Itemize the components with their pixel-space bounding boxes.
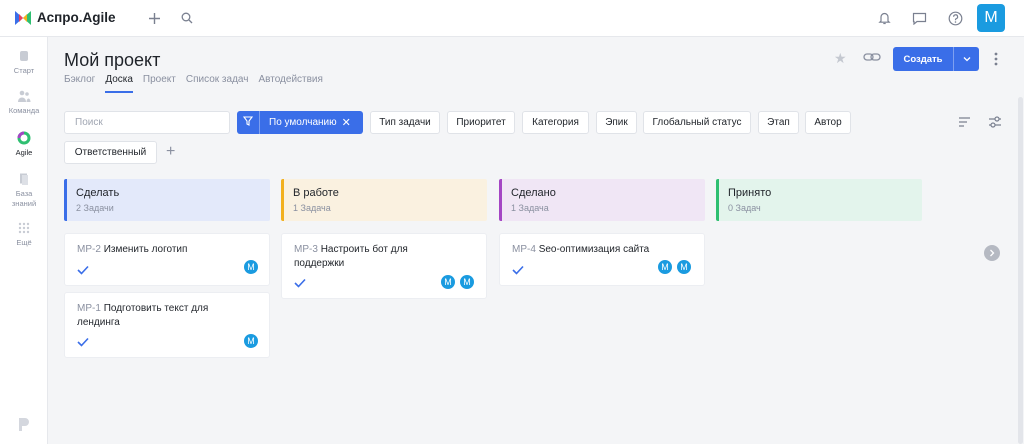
- link-icon[interactable]: [863, 50, 881, 64]
- check-icon: [77, 265, 89, 275]
- star-icon[interactable]: ★: [834, 50, 847, 67]
- divider: [259, 111, 260, 134]
- brand-mark-icon: [19, 418, 29, 431]
- board-settings-icon[interactable]: [988, 115, 1002, 129]
- main-content: Мой проект Бэклог Доска Проект Список за…: [48, 37, 1024, 444]
- task-key: МР-2: [77, 244, 101, 255]
- add-filter-icon[interactable]: +: [166, 143, 175, 161]
- search-input[interactable]: [75, 117, 219, 128]
- search-box: [64, 111, 230, 134]
- filter-icon: [237, 116, 259, 129]
- sidebar-item-start[interactable]: Старт: [0, 49, 48, 75]
- check-icon: [512, 265, 524, 275]
- column-header-accepted: Принято 0 Задач: [716, 179, 922, 221]
- column-title: Сделано: [511, 187, 556, 199]
- task-key: МР-3: [294, 244, 318, 255]
- filter-epic[interactable]: Эпик: [596, 111, 637, 134]
- tab-automations[interactable]: Автодействия: [258, 74, 322, 93]
- task-key: МР-1: [77, 303, 101, 314]
- column-title: Сделать: [76, 187, 120, 199]
- column-count: 0 Задач: [728, 203, 761, 213]
- book-icon: [20, 173, 28, 185]
- tab-task-list[interactable]: Список задач: [186, 74, 249, 93]
- avatar[interactable]: М: [440, 274, 456, 290]
- avatar[interactable]: М: [459, 274, 475, 290]
- tab-bar: Бэклог Доска Проект Список задач Автодей…: [64, 74, 333, 93]
- filter-category[interactable]: Категория: [522, 111, 589, 134]
- sidebar: Старт Команда Agile База знаний Ещё: [0, 37, 48, 444]
- task-card[interactable]: МР-2 Изменить логотип М: [64, 233, 270, 286]
- sort-icon[interactable]: [958, 116, 971, 128]
- scroll-right-button[interactable]: [984, 245, 1000, 261]
- task-title: МР-3 Настроить бот для поддержки: [294, 243, 454, 271]
- tab-backlog[interactable]: Бэклог: [64, 74, 95, 93]
- create-button-label: Создать: [903, 53, 943, 65]
- create-button[interactable]: Создать: [893, 47, 979, 71]
- grid-icon: [18, 222, 30, 234]
- task-title: МР-4 Seo-оптимизация сайта: [512, 243, 672, 257]
- column-header-in-progress: В работе 1 Задача: [281, 179, 487, 221]
- team-icon: [18, 90, 31, 102]
- sidebar-item-team[interactable]: Команда: [0, 89, 48, 115]
- task-card[interactable]: МР-4 Seo-оптимизация сайта М М: [499, 233, 705, 286]
- close-icon[interactable]: ✕: [342, 116, 351, 129]
- filter-assignee[interactable]: Ответственный: [64, 141, 157, 164]
- column-count: 1 Задача: [511, 203, 549, 213]
- logo-icon: [15, 11, 31, 25]
- filter-task-type[interactable]: Тип задачи: [370, 111, 440, 134]
- avatar[interactable]: М: [243, 333, 259, 349]
- page-title: Мой проект: [64, 50, 161, 70]
- bell-icon[interactable]: [875, 9, 893, 27]
- avatar[interactable]: М: [676, 259, 692, 275]
- chevron-down-icon[interactable]: [954, 55, 979, 64]
- task-title: МР-1 Подготовить текст для лендинга: [77, 302, 237, 330]
- top-bar: Аспро.Agile М: [0, 0, 1024, 37]
- column-title: В работе: [293, 187, 339, 199]
- task-title: МР-2 Изменить логотип: [77, 243, 237, 257]
- sidebar-item-label: База знаний: [11, 189, 37, 208]
- column-title: Принято: [728, 187, 772, 199]
- sidebar-item-agile[interactable]: Agile: [0, 131, 48, 157]
- chat-icon[interactable]: [910, 9, 928, 27]
- more-vertical-icon[interactable]: [994, 51, 998, 67]
- search-icon[interactable]: [178, 9, 196, 27]
- chevron-right-icon: [990, 249, 995, 257]
- sidebar-item-label: Команда: [8, 106, 40, 115]
- hand-icon: [20, 51, 28, 61]
- filter-global-status[interactable]: Глобальный статус: [643, 111, 751, 134]
- task-name: Seo-оптимизация сайта: [538, 244, 650, 255]
- check-icon: [77, 337, 89, 347]
- filter-priority[interactable]: Приоритет: [447, 111, 515, 134]
- sidebar-item-label: Старт: [13, 66, 35, 75]
- sidebar-item-more[interactable]: Ещё: [0, 221, 48, 247]
- vertical-scrollbar[interactable]: [1018, 97, 1023, 444]
- avatar[interactable]: М: [243, 259, 259, 275]
- column-count: 1 Задача: [293, 203, 331, 213]
- filter-stage[interactable]: Этап: [758, 111, 799, 134]
- default-filter-label: По умолчанию: [269, 117, 337, 128]
- task-name: Изменить логотип: [103, 244, 188, 255]
- task-key: МР-4: [512, 244, 536, 255]
- app-title: Аспро.Agile: [37, 10, 116, 25]
- avatar[interactable]: М: [657, 259, 673, 275]
- agile-icon: [17, 131, 31, 145]
- default-filter-button[interactable]: По умолчанию ✕: [237, 111, 363, 134]
- help-icon[interactable]: [946, 9, 964, 27]
- check-icon: [294, 278, 306, 288]
- task-card[interactable]: МР-1 Подготовить текст для лендинга М: [64, 292, 270, 358]
- task-card[interactable]: МР-3 Настроить бот для поддержки М М: [281, 233, 487, 299]
- sidebar-item-knowledge[interactable]: База знаний: [0, 172, 48, 209]
- filter-author[interactable]: Автор: [805, 111, 851, 134]
- column-count: 2 Задачи: [76, 203, 114, 213]
- tab-board[interactable]: Доска: [105, 74, 133, 93]
- column-header-todo: Сделать 2 Задачи: [64, 179, 270, 221]
- add-icon[interactable]: [145, 9, 163, 27]
- user-avatar[interactable]: М: [977, 4, 1005, 32]
- tab-project[interactable]: Проект: [143, 74, 176, 93]
- sidebar-item-label: Agile: [15, 148, 33, 157]
- column-header-done: Сделано 1 Задача: [499, 179, 705, 221]
- sidebar-item-label: Ещё: [16, 238, 32, 247]
